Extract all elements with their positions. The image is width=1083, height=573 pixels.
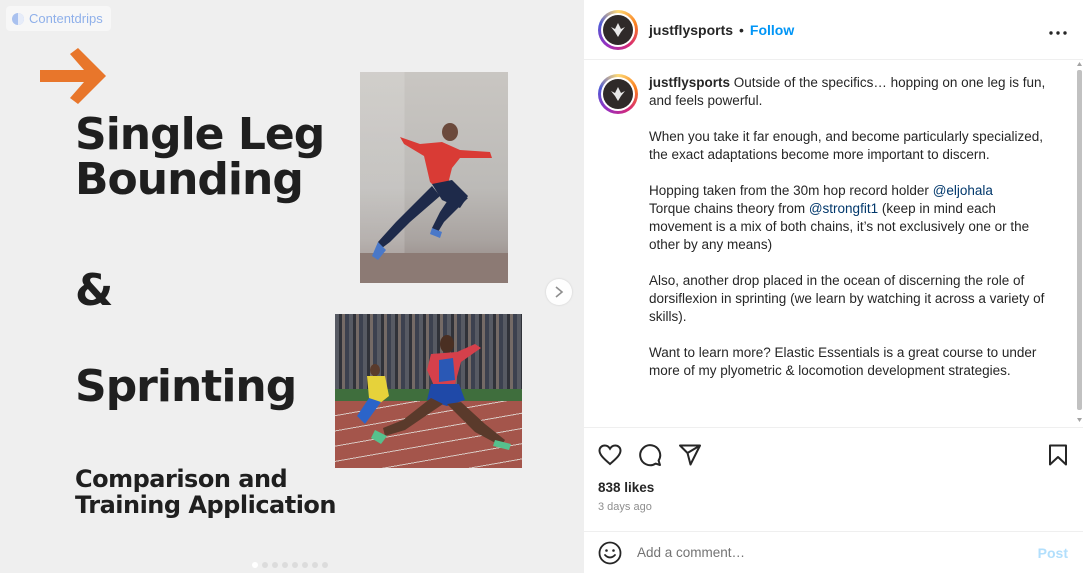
caption-paragraph-2: When you take it far enough, and become … <box>649 129 1043 162</box>
action-icons <box>598 442 1068 468</box>
pagination-dot <box>322 562 328 568</box>
arrow-right-icon <box>40 48 106 104</box>
hawk-logo-icon <box>611 87 625 101</box>
mention-link-strongfit1[interactable]: @strongfit1 <box>809 201 878 216</box>
heart-icon[interactable] <box>598 444 622 466</box>
pagination-dot <box>262 562 268 568</box>
slide-ampersand: & <box>75 265 113 316</box>
slide-subtitle: Comparison and Training Application <box>75 465 337 520</box>
post-media-slide[interactable]: Contentdrips Single Leg Bounding & Sprin… <box>0 0 583 573</box>
sprinting-photo <box>335 314 522 468</box>
slide-title-sprinting: Sprinting <box>75 361 297 412</box>
bounding-photo <box>360 72 508 283</box>
caption-paragraph-3a: Hopping taken from the 30m hop record ho… <box>649 183 929 198</box>
avatar[interactable] <box>598 9 638 50</box>
comment-input[interactable]: Add a comment… <box>637 545 745 560</box>
post-timestamp[interactable]: 3 days ago <box>598 501 1068 513</box>
mention-link-eljohala[interactable]: @eljohala <box>933 183 993 198</box>
pagination-dot <box>302 562 308 568</box>
pagination-dot <box>272 562 278 568</box>
send-icon[interactable] <box>678 444 702 466</box>
slide-title-line2: Bounding <box>75 154 304 206</box>
pagination-dot <box>292 562 298 568</box>
caption-username[interactable]: justflysports <box>649 75 730 90</box>
more-options-button[interactable] <box>1049 19 1067 40</box>
caption-paragraph-3b: Torque chains theory from <box>649 201 806 216</box>
comment-icon[interactable] <box>638 443 662 467</box>
likes-count[interactable]: 838 likes <box>598 480 1068 495</box>
pagination-dot <box>312 562 318 568</box>
post-actions: 838 likes 3 days ago <box>584 427 1083 531</box>
caption-text: justflysports Outside of the specifics… … <box>649 74 1061 427</box>
slide-subtitle-line1: Comparison and <box>75 465 288 493</box>
more-horizontal-icon <box>1049 31 1067 35</box>
follow-button[interactable]: Follow <box>750 22 794 38</box>
chevron-right-icon <box>555 286 564 298</box>
post-details-panel: justflysports • Follow justflysports Out… <box>583 0 1083 573</box>
caption-paragraph-4: Also, another drop placed in the ocean o… <box>649 273 1045 324</box>
emoji-icon[interactable] <box>598 541 622 565</box>
caption-avatar[interactable] <box>598 74 638 114</box>
caption-scrollbar[interactable] <box>1076 62 1083 422</box>
watermark-label: Contentdrips <box>29 11 103 26</box>
post-caption: justflysports Outside of the specifics… … <box>584 60 1083 427</box>
instagram-post-modal: Contentdrips Single Leg Bounding & Sprin… <box>0 0 1083 573</box>
header-username[interactable]: justflysports <box>649 22 733 38</box>
pagination-dot <box>282 562 288 568</box>
next-slide-button[interactable] <box>546 279 572 305</box>
post-comment-button[interactable]: Post <box>1038 545 1068 561</box>
header-separator: • <box>739 21 744 38</box>
watermark-badge: Contentdrips <box>6 6 111 31</box>
pagination-dot <box>252 562 258 568</box>
slide-title: Single Leg Bounding <box>75 109 325 206</box>
comment-bar: Add a comment… Post <box>584 531 1083 573</box>
slide-title-line1: Single Leg <box>75 109 325 160</box>
bookmark-icon[interactable] <box>1048 444 1068 466</box>
hawk-logo-icon <box>611 22 625 37</box>
contentdrips-logo-icon <box>12 12 24 25</box>
caption-paragraph-5: Want to learn more? Elastic Essentials i… <box>649 345 1037 378</box>
slide-subtitle-line2: Training Application <box>75 491 337 520</box>
carousel-pagination <box>252 562 328 568</box>
post-header: justflysports • Follow <box>584 0 1083 60</box>
